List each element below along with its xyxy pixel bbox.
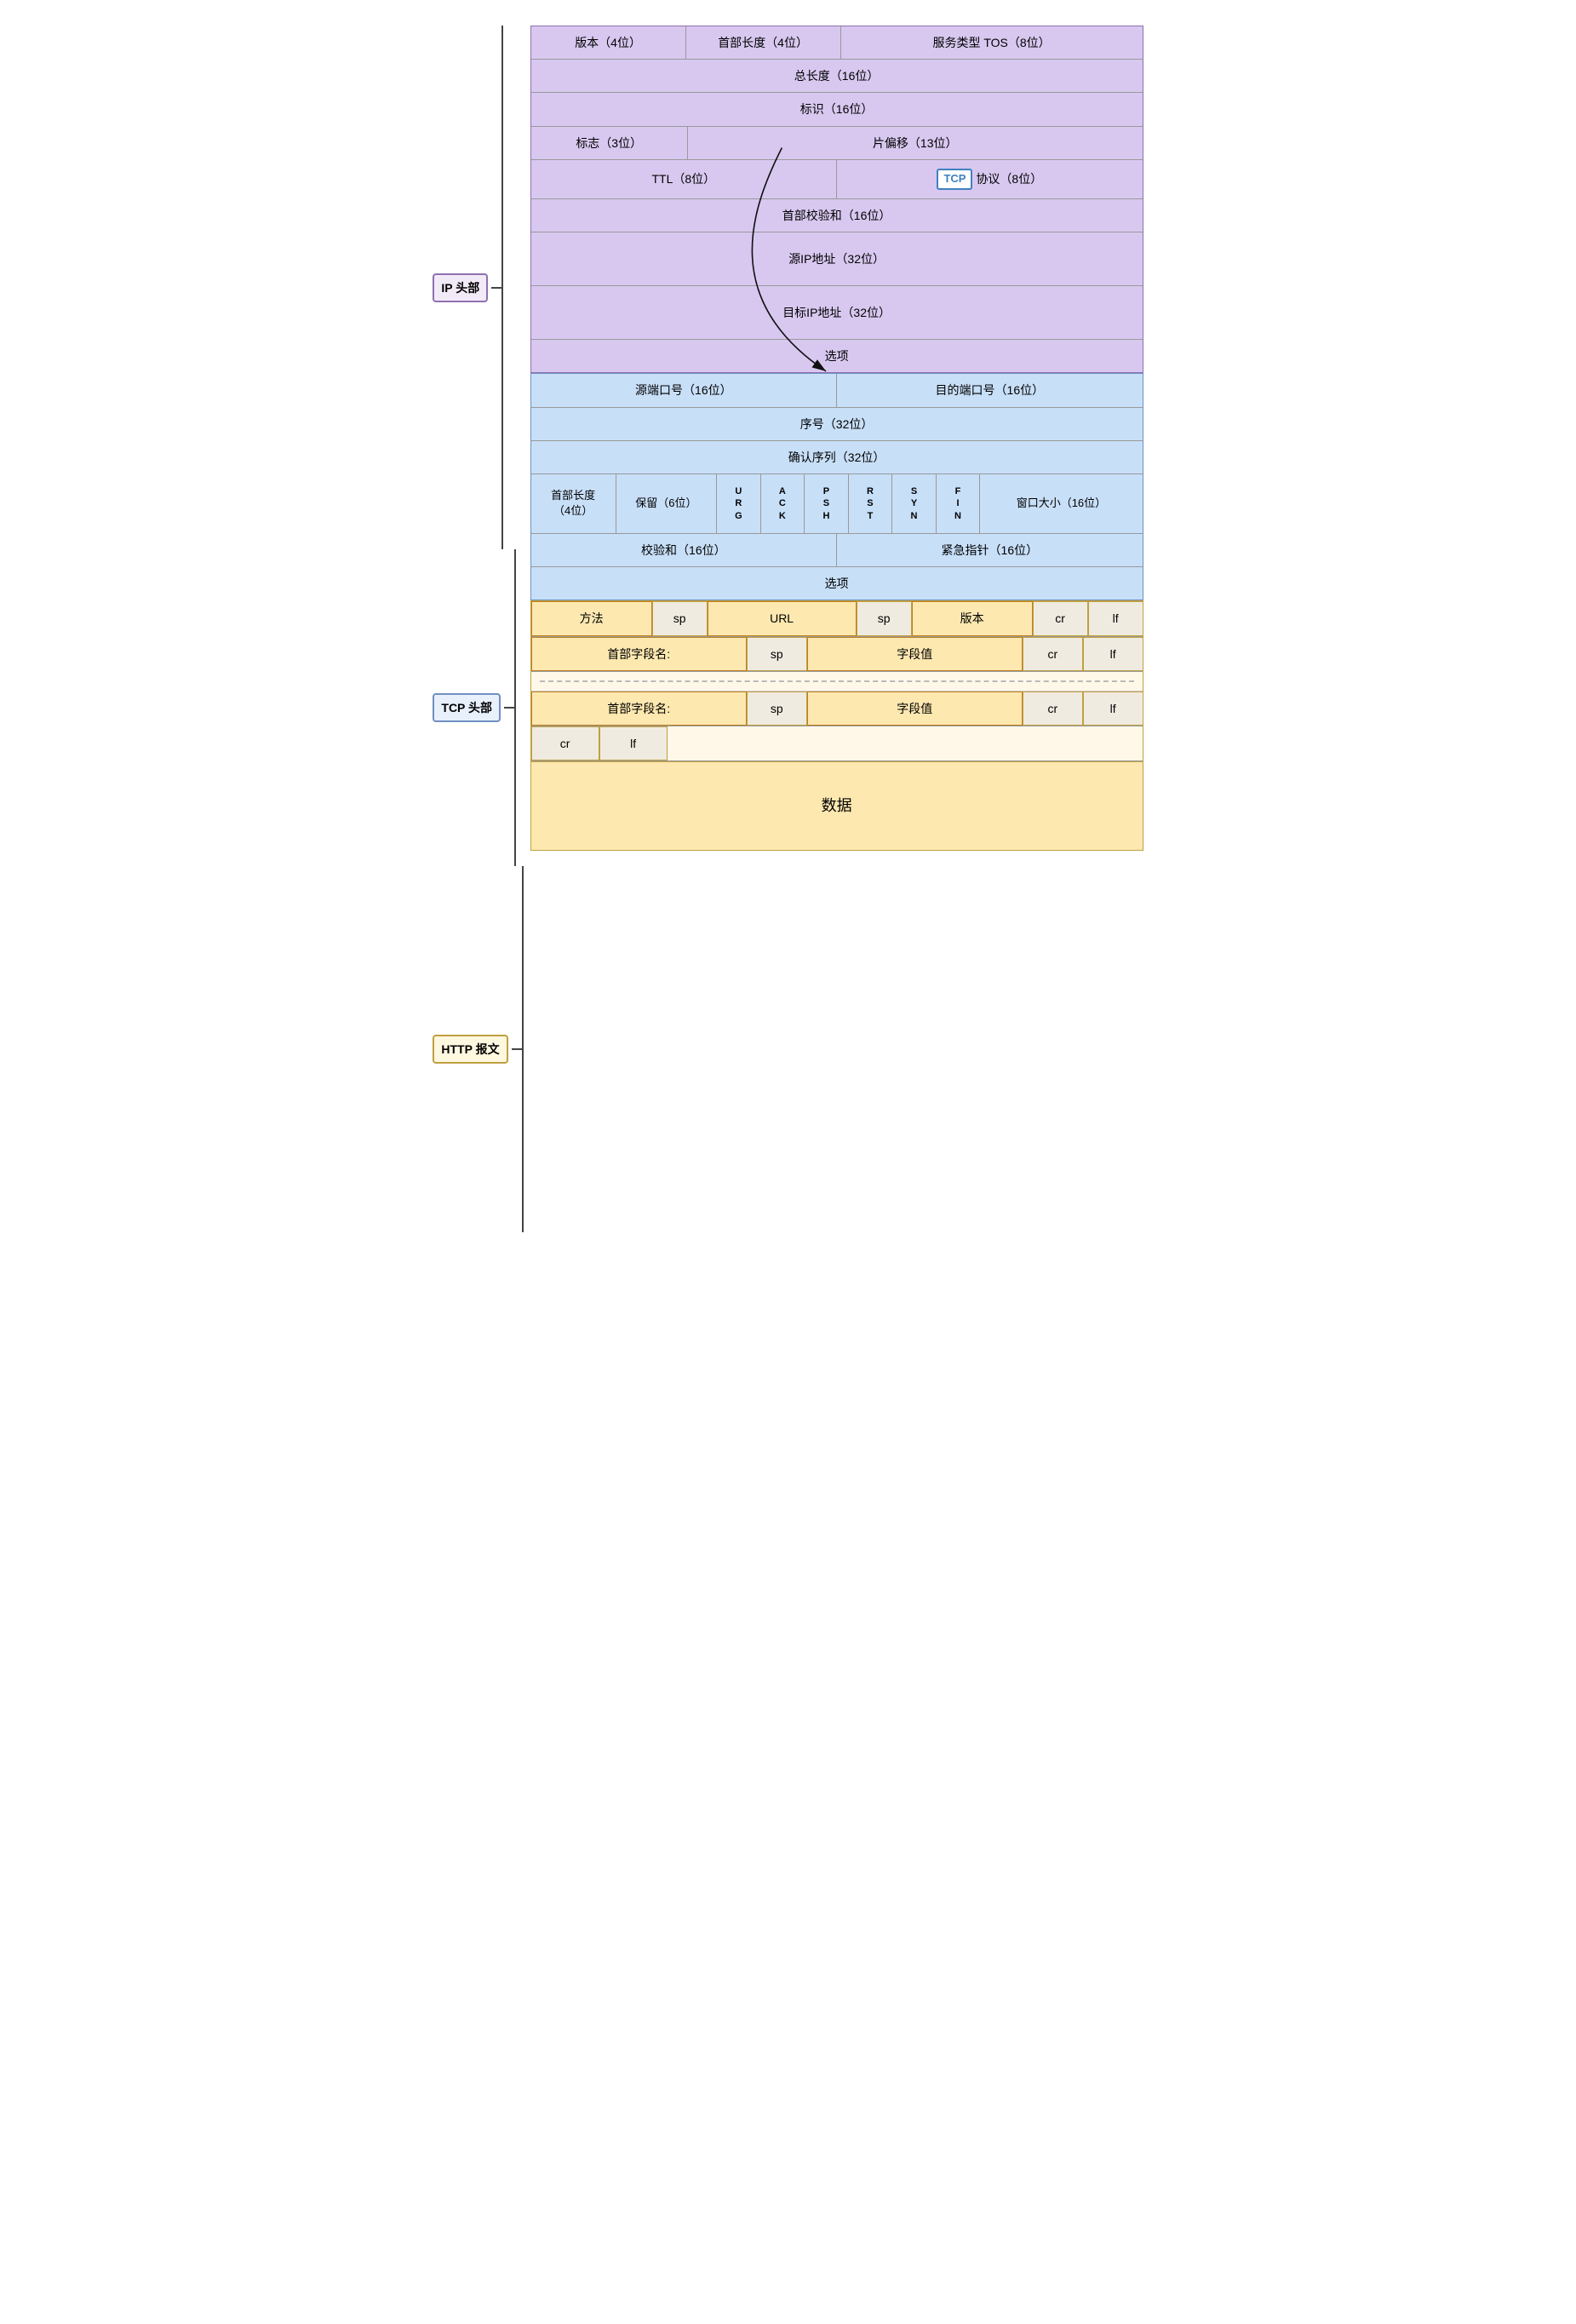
ip-fragment-offset: 片偏移（13位）	[688, 127, 1143, 159]
tcp-row-5: 校验和（16位） 紧急指针（16位）	[531, 534, 1143, 567]
http-lf-4: lf	[599, 726, 668, 760]
tcp-seq-num: 序号（32位）	[531, 408, 1143, 440]
tcp-header-label: TCP 头部	[433, 693, 501, 722]
http-dashed-row	[531, 672, 1143, 691]
http-cr-2: cr	[1023, 637, 1083, 671]
ip-row-1: 版本（4位） 首部长度（4位） 服务类型 TOS（8位）	[531, 26, 1143, 60]
tcp-row-6: 选项	[531, 567, 1143, 600]
tcp-label-group: TCP 头部	[433, 549, 523, 866]
http-sp-3: sp	[747, 637, 807, 671]
http-sp-4: sp	[747, 691, 807, 726]
ip-source-addr: 源IP地址（32位）	[531, 232, 1143, 285]
tcp-window-size: 窗口大小（16位）	[980, 474, 1142, 533]
http-field-name-2: 首部字段名:	[531, 691, 747, 726]
http-lf-3: lf	[1083, 691, 1143, 726]
http-message-label: HTTP 报文	[433, 1035, 507, 1064]
tcp-row-1: 源端口号（16位） 目的端口号（16位）	[531, 374, 1143, 407]
ip-row-4: 标志（3位） 片偏移（13位）	[531, 127, 1143, 160]
protocol-diagram: 版本（4位） 首部长度（4位） 服务类型 TOS（8位） 总长度（16位） 标识…	[530, 26, 1143, 851]
http-field-name-1: 首部字段名:	[531, 637, 747, 671]
ip-header-label: IP 头部	[433, 273, 488, 302]
tcp-flag-psh: PSH	[805, 474, 849, 533]
http-dashed-line	[540, 680, 1134, 682]
http-url: URL	[708, 601, 857, 635]
ip-version: 版本（4位）	[531, 26, 686, 59]
http-crlf-row: cr lf	[531, 726, 1143, 761]
http-header-line-1: 首部字段名: sp 字段值 cr lf	[531, 637, 1143, 672]
ip-section: 版本（4位） 首部长度（4位） 服务类型 TOS（8位） 总长度（16位） 标识…	[530, 26, 1143, 373]
tcp-urgent-ptr: 紧急指针（16位）	[837, 534, 1143, 566]
tcp-row-3: 确认序列（32位）	[531, 441, 1143, 474]
http-header-line-2: 首部字段名: sp 字段值 cr lf	[531, 691, 1143, 726]
tcp-badge: TCP	[937, 169, 972, 190]
http-version: 版本	[912, 601, 1033, 635]
ip-bracket	[488, 26, 503, 549]
http-method: 方法	[531, 601, 652, 635]
tcp-flag-urg: URG	[717, 474, 761, 533]
tcp-reserved: 保留（6位）	[616, 474, 717, 533]
tcp-row-4: 首部长度（4位） 保留（6位） URG ACK PSH RST SYN FIN …	[531, 474, 1143, 534]
tcp-data-offset: 首部长度（4位）	[531, 474, 616, 533]
http-lf-1: lf	[1088, 601, 1143, 635]
http-field-value-1: 字段值	[807, 637, 1023, 671]
ip-protocol: TCP 协议（8位）	[837, 160, 1143, 198]
http-empty-space	[668, 726, 1143, 760]
diagram-container: IP 头部 TCP 头部 HTTP 报文 版本（4位） 首部长度（4位） 服务类…	[433, 26, 1143, 1232]
ip-total-length: 总长度（16位）	[531, 60, 1143, 92]
http-cr-1: cr	[1033, 601, 1088, 635]
tcp-flag-syn: SYN	[892, 474, 937, 533]
tcp-flag-fin: FIN	[937, 474, 981, 533]
ip-row-3: 标识（16位）	[531, 93, 1143, 126]
ip-row-7: 源IP地址（32位）	[531, 232, 1143, 286]
ip-row-2: 总长度（16位）	[531, 60, 1143, 93]
tcp-checksum: 校验和（16位）	[531, 534, 838, 566]
ip-row-8: 目标IP地址（32位）	[531, 286, 1143, 340]
ip-label-group: IP 头部	[433, 26, 523, 549]
ip-row-5: TTL（8位） TCP 协议（8位）	[531, 160, 1143, 199]
tcp-flag-ack: ACK	[761, 474, 805, 533]
tcp-bracket	[501, 549, 516, 866]
tcp-options: 选项	[531, 567, 1143, 600]
tcp-flag-rst: RST	[849, 474, 893, 533]
ip-row-6: 首部校验和（16位）	[531, 199, 1143, 232]
tcp-ack-num: 确认序列（32位）	[531, 441, 1143, 473]
ip-header-length: 首部长度（4位）	[686, 26, 841, 59]
ip-dest-addr: 目标IP地址（32位）	[531, 286, 1143, 339]
http-section: 方法 sp URL sp 版本 cr lf 首部字段名: sp 字段值 cr l…	[530, 600, 1143, 851]
ip-row-9: 选项	[531, 340, 1143, 372]
http-sp-2: sp	[857, 601, 912, 635]
ip-ttl: TTL（8位）	[531, 160, 838, 198]
ip-identification: 标识（16位）	[531, 93, 1143, 125]
http-lf-2: lf	[1083, 637, 1143, 671]
http-bracket	[508, 866, 524, 1232]
tcp-row-2: 序号（32位）	[531, 408, 1143, 441]
ip-flags: 标志（3位）	[531, 127, 688, 159]
ip-tos: 服务类型 TOS（8位）	[841, 26, 1143, 59]
http-label-group: HTTP 报文	[433, 866, 523, 1232]
http-cr-3: cr	[1023, 691, 1083, 726]
tcp-section: 源端口号（16位） 目的端口号（16位） 序号（32位） 确认序列（32位） 首…	[530, 373, 1143, 600]
ip-options: 选项	[531, 340, 1143, 372]
http-request-line: 方法 sp URL sp 版本 cr lf	[531, 601, 1143, 636]
section-labels: IP 头部 TCP 头部 HTTP 报文	[433, 26, 523, 1232]
ip-checksum: 首部校验和（16位）	[531, 199, 1143, 232]
tcp-src-port: 源端口号（16位）	[531, 374, 838, 406]
http-field-value-2: 字段值	[807, 691, 1023, 726]
tcp-dst-port: 目的端口号（16位）	[837, 374, 1143, 406]
http-data-row: 数据	[531, 761, 1143, 850]
http-data: 数据	[531, 762, 1143, 850]
http-sp-1: sp	[652, 601, 708, 635]
http-cr-4: cr	[531, 726, 599, 760]
